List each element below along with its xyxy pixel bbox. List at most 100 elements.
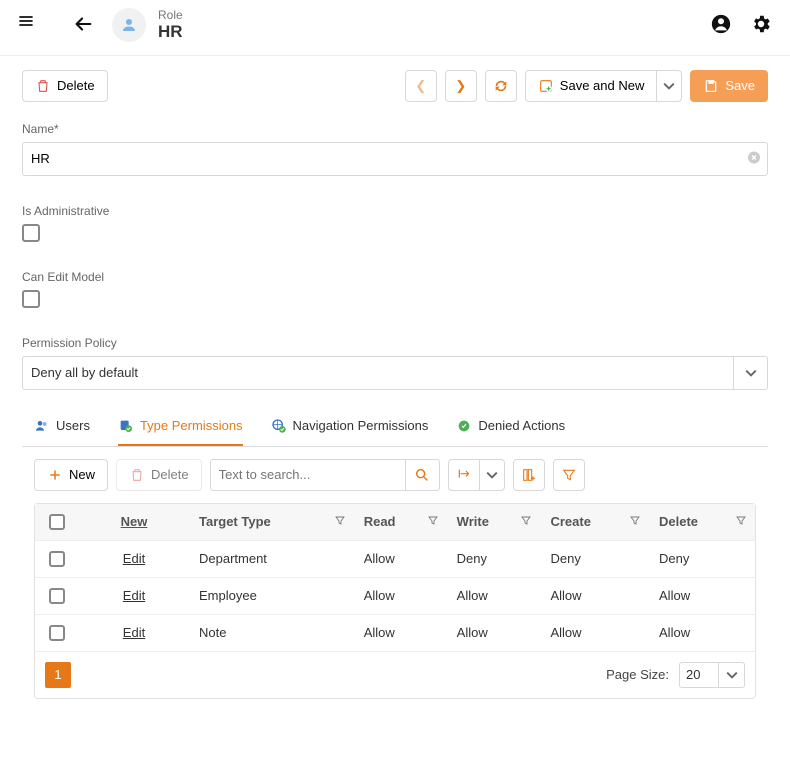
filter-create-icon[interactable] bbox=[629, 514, 641, 529]
filter-read-icon[interactable] bbox=[427, 514, 439, 529]
page-size-label: Page Size: bbox=[606, 667, 669, 682]
save-icon bbox=[703, 78, 719, 94]
clear-name-icon[interactable] bbox=[746, 149, 762, 168]
row-checkbox[interactable] bbox=[49, 625, 65, 641]
grid-delete-label: Delete bbox=[151, 467, 189, 482]
caret-down-icon bbox=[726, 669, 738, 681]
search-input[interactable] bbox=[210, 459, 406, 491]
tab-users[interactable]: Users bbox=[34, 408, 90, 446]
col-create[interactable]: Create bbox=[550, 514, 590, 529]
column-chooser-button[interactable] bbox=[513, 459, 545, 491]
refresh-button[interactable] bbox=[485, 70, 517, 102]
role-avatar bbox=[112, 8, 146, 42]
plus-icon bbox=[47, 467, 63, 483]
settings-icon[interactable] bbox=[750, 13, 772, 38]
menu-button[interactable] bbox=[18, 13, 42, 37]
cell-write: Deny bbox=[447, 540, 541, 577]
trash-icon bbox=[129, 467, 145, 483]
col-read[interactable]: Read bbox=[364, 514, 396, 529]
page-1[interactable]: 1 bbox=[45, 662, 71, 688]
page-size-input[interactable]: 20 bbox=[679, 662, 719, 688]
permission-policy-label: Permission Policy bbox=[22, 336, 768, 350]
page-type-label: Role bbox=[158, 8, 183, 22]
cell-delete: Allow bbox=[649, 577, 755, 614]
permission-policy-dropdown[interactable] bbox=[734, 356, 768, 390]
table-header-row: New Target Type Read Write Create Delete bbox=[35, 504, 755, 541]
caret-down-icon bbox=[486, 469, 498, 481]
can-edit-model-label: Can Edit Model bbox=[22, 270, 768, 284]
cell-delete: Allow bbox=[649, 614, 755, 651]
cell-create: Allow bbox=[540, 614, 649, 651]
page-title-block: Role HR bbox=[158, 8, 183, 43]
cell-target-type: Note bbox=[189, 614, 354, 651]
tab-type-permissions-label: Type Permissions bbox=[140, 418, 243, 433]
chevron-right-icon: ❯ bbox=[455, 78, 466, 94]
permission-policy-select[interactable]: Deny all by default bbox=[22, 356, 734, 390]
col-write[interactable]: Write bbox=[457, 514, 489, 529]
page-size-dropdown[interactable] bbox=[719, 662, 745, 688]
export-icon bbox=[456, 467, 472, 483]
caret-down-icon bbox=[745, 367, 757, 379]
filter-target-type-icon[interactable] bbox=[334, 514, 346, 529]
cell-read: Allow bbox=[354, 577, 447, 614]
grid-new-button[interactable]: New bbox=[34, 459, 108, 491]
type-permissions-icon bbox=[118, 418, 134, 434]
save-and-new-label: Save and New bbox=[560, 78, 645, 93]
delete-button[interactable]: Delete bbox=[22, 70, 108, 102]
row-checkbox[interactable] bbox=[49, 588, 65, 604]
next-record-button[interactable]: ❯ bbox=[445, 70, 477, 102]
filter-write-icon[interactable] bbox=[520, 514, 532, 529]
tab-navigation-permissions-label: Navigation Permissions bbox=[293, 418, 429, 433]
trash-icon bbox=[35, 78, 51, 94]
chevron-left-icon: ❮ bbox=[415, 78, 426, 94]
search-button[interactable] bbox=[406, 459, 440, 491]
save-button[interactable]: Save bbox=[690, 70, 768, 102]
select-all-checkbox[interactable] bbox=[49, 514, 65, 530]
cell-target-type: Department bbox=[189, 540, 354, 577]
save-label: Save bbox=[725, 78, 755, 93]
tab-navigation-permissions[interactable]: Navigation Permissions bbox=[271, 408, 429, 446]
filter-icon bbox=[561, 467, 577, 483]
grid-delete-button[interactable]: Delete bbox=[116, 459, 202, 491]
name-label: Name* bbox=[22, 122, 768, 136]
filter-delete-icon[interactable] bbox=[735, 514, 747, 529]
export-button[interactable] bbox=[448, 459, 480, 491]
columns-icon bbox=[521, 467, 537, 483]
edit-link[interactable]: Edit bbox=[123, 588, 145, 603]
cell-read: Allow bbox=[354, 614, 447, 651]
users-icon bbox=[34, 418, 50, 434]
table-row: EditNoteAllowAllowAllowAllow bbox=[35, 614, 755, 651]
row-checkbox[interactable] bbox=[49, 551, 65, 567]
is-administrative-checkbox[interactable] bbox=[22, 224, 40, 242]
save-and-new-button[interactable]: Save and New bbox=[525, 70, 658, 102]
refresh-icon bbox=[493, 78, 509, 94]
can-edit-model-checkbox[interactable] bbox=[22, 290, 40, 308]
edit-link[interactable]: Edit bbox=[123, 551, 145, 566]
tab-users-label: Users bbox=[56, 418, 90, 433]
export-dropdown[interactable] bbox=[480, 459, 505, 491]
save-and-new-dropdown[interactable] bbox=[657, 70, 682, 102]
cell-write: Allow bbox=[447, 614, 541, 651]
cell-create: Deny bbox=[540, 540, 649, 577]
delete-label: Delete bbox=[57, 78, 95, 93]
is-administrative-label: Is Administrative bbox=[22, 204, 768, 218]
search-icon bbox=[414, 467, 430, 483]
cell-write: Allow bbox=[447, 577, 541, 614]
back-button[interactable] bbox=[72, 13, 94, 38]
cell-read: Allow bbox=[354, 540, 447, 577]
col-target-type[interactable]: Target Type bbox=[199, 514, 271, 529]
grid-new-label: New bbox=[69, 467, 95, 482]
edit-link[interactable]: Edit bbox=[123, 625, 145, 640]
tab-type-permissions[interactable]: Type Permissions bbox=[118, 408, 243, 446]
table-row: EditDepartmentAllowDenyDenyDeny bbox=[35, 540, 755, 577]
caret-down-icon bbox=[663, 80, 675, 92]
cell-target-type: Employee bbox=[189, 577, 354, 614]
prev-record-button[interactable]: ❮ bbox=[405, 70, 437, 102]
tab-denied-actions[interactable]: Denied Actions bbox=[456, 408, 565, 446]
name-field[interactable] bbox=[22, 142, 768, 176]
col-delete[interactable]: Delete bbox=[659, 514, 698, 529]
table-row: EditEmployeeAllowAllowAllowAllow bbox=[35, 577, 755, 614]
account-icon[interactable] bbox=[710, 13, 732, 38]
header-new-link[interactable]: New bbox=[121, 514, 148, 529]
clear-filter-button[interactable] bbox=[553, 459, 585, 491]
